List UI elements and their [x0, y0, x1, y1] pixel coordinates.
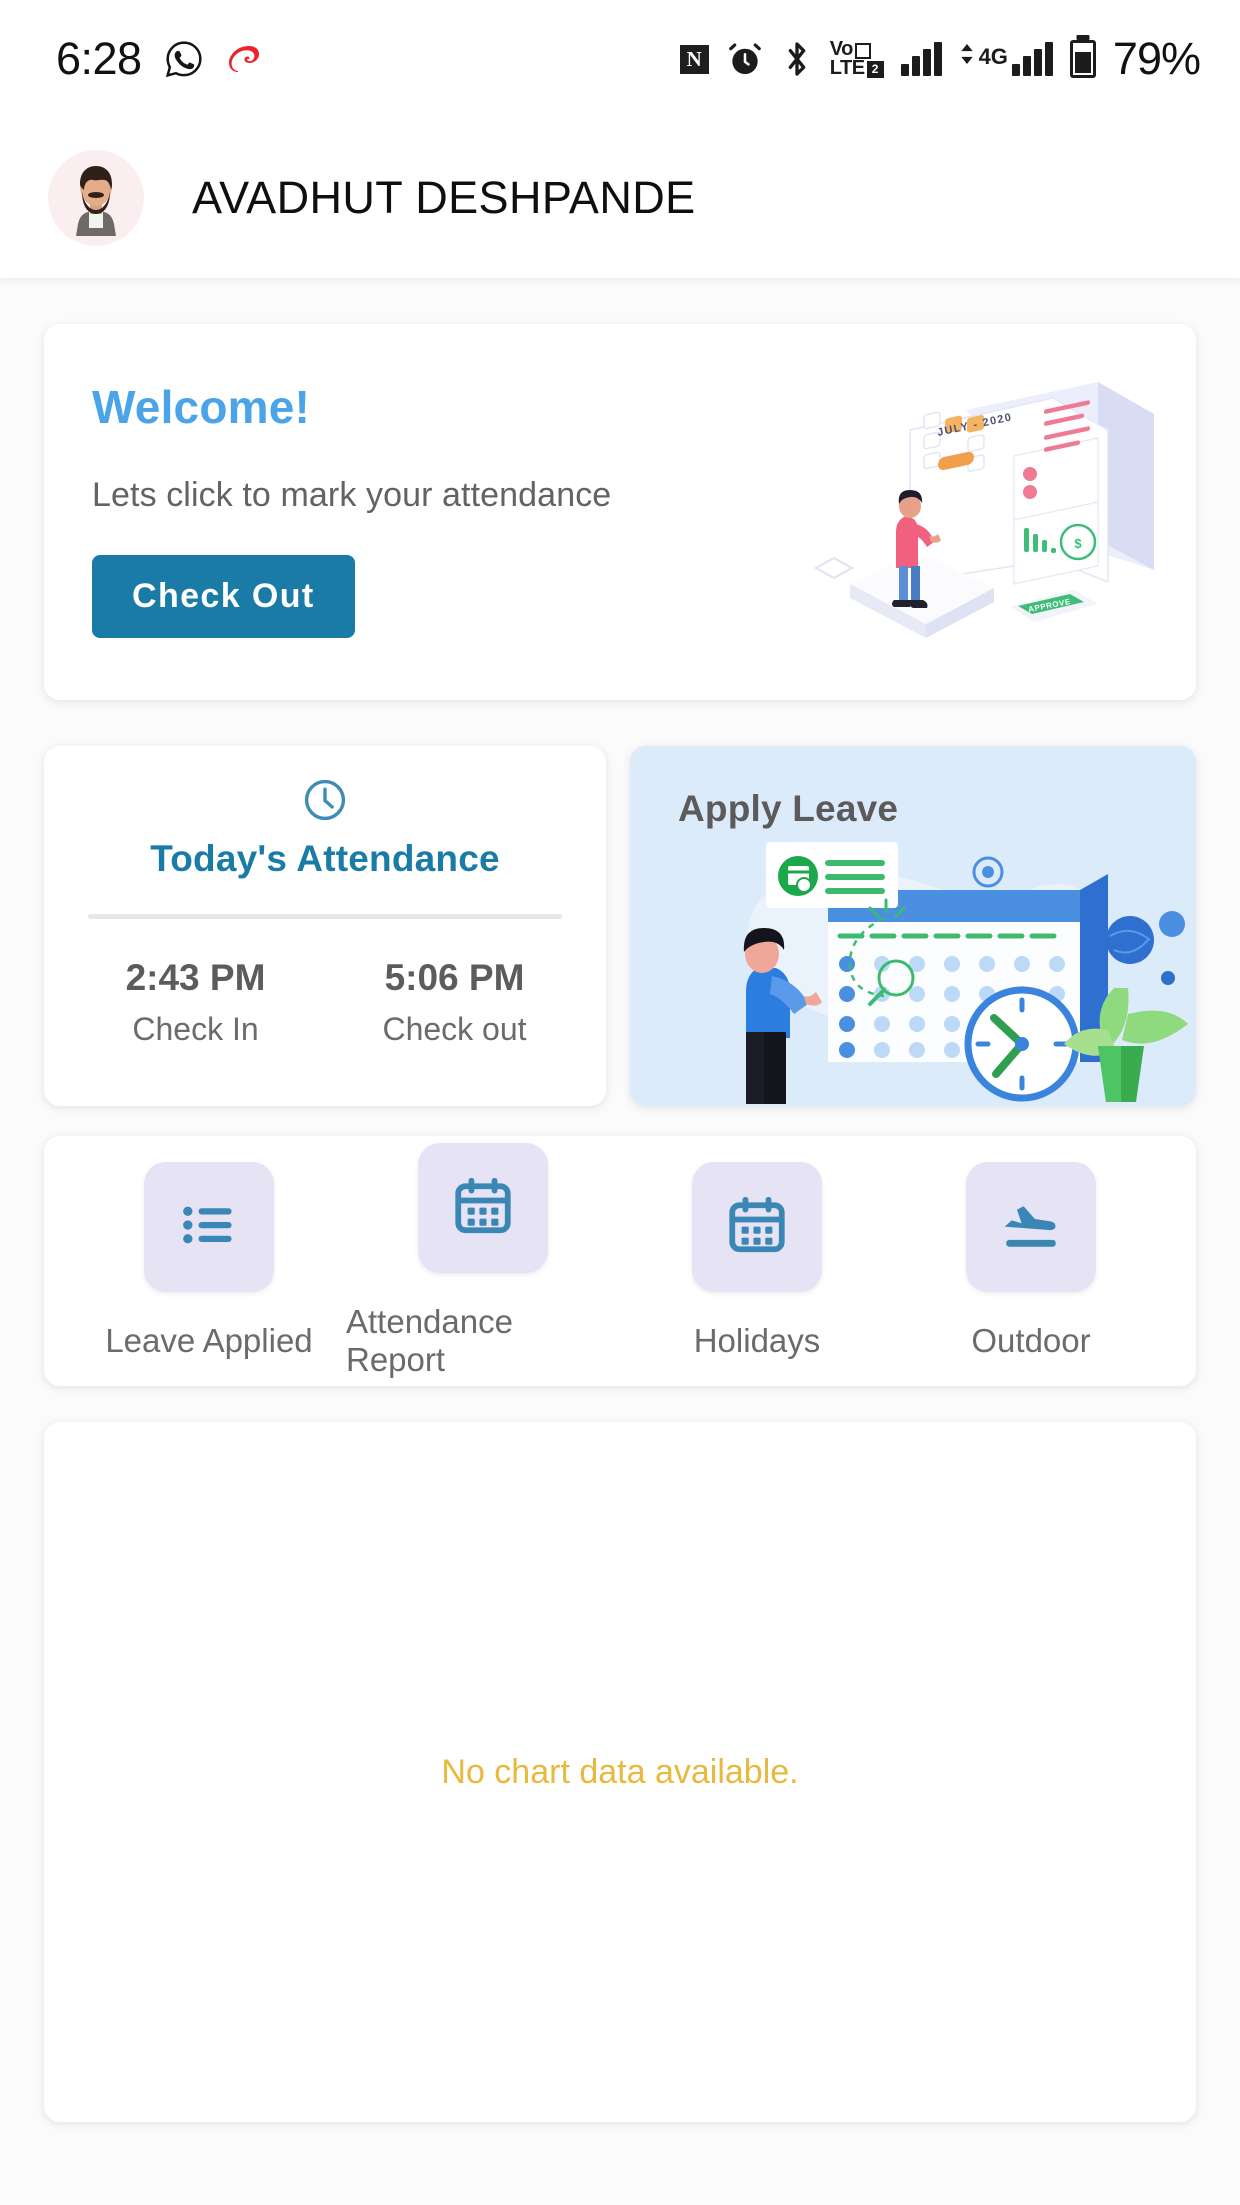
quick-action-attendance-report[interactable]: Attendance Report — [346, 1143, 620, 1379]
status-bar-left: 6:28 — [56, 33, 270, 85]
bluetooth-icon — [781, 39, 813, 79]
chart-card: No chart data available. — [44, 1422, 1196, 2122]
leave-calendar-illustration — [710, 836, 1196, 1106]
welcome-card: Welcome! Lets click to mark your attenda… — [44, 324, 1196, 700]
quick-action-holidays[interactable]: Holidays — [620, 1162, 894, 1360]
check-in-block: 2:43 PM Check In — [88, 957, 347, 1048]
nfc-icon: N — [679, 44, 709, 74]
quick-action-leave-applied[interactable]: Leave Applied — [72, 1162, 346, 1360]
quick-action-label: Leave Applied — [105, 1322, 313, 1359]
apply-leave-title: Apply Leave — [678, 788, 899, 829]
apply-leave-card[interactable]: Apply Leave — [630, 746, 1196, 1106]
quick-action-tile — [966, 1162, 1096, 1292]
check-in-label: Check In — [132, 1011, 259, 1047]
quick-action-label: Holidays — [693, 1322, 821, 1359]
signal-bars-2-icon — [1011, 42, 1053, 76]
signal-bars-icon — [900, 42, 942, 76]
check-in-time: 2:43 PM — [125, 957, 266, 998]
data-network-group: 4G — [959, 42, 1053, 76]
svg-text:$: $ — [1074, 536, 1082, 551]
quick-action-tile — [692, 1162, 822, 1292]
volte-icon: Vo LTE 2 — [829, 39, 884, 79]
middle-row: Today's Attendance 2:43 PM Check In 5:06… — [44, 746, 1196, 1106]
check-out-block: 5:06 PM Check out — [347, 957, 562, 1048]
quick-action-label: Attendance Report — [346, 1303, 513, 1378]
airplane-takeoff-icon — [998, 1192, 1064, 1263]
network-type-label: 4G — [978, 44, 1008, 69]
page-body: Welcome! Lets click to mark your attenda… — [0, 278, 1240, 2122]
status-bar-clock: 6:28 — [56, 33, 142, 84]
avatar[interactable] — [48, 150, 144, 246]
battery-icon — [1069, 40, 1096, 78]
clock-icon — [301, 776, 349, 824]
quick-action-tile — [418, 1143, 548, 1273]
quick-action-label: Outdoor — [971, 1322, 1091, 1359]
battery-percent-label: 79% — [1112, 33, 1201, 84]
calendar-icon — [724, 1192, 790, 1263]
attendance-title: Today's Attendance — [150, 838, 500, 879]
volte-label-bottom: LTE — [829, 57, 865, 79]
quick-action-outdoor[interactable]: Outdoor — [894, 1162, 1168, 1360]
check-out-time: 5:06 PM — [384, 957, 525, 998]
check-out-label: Check out — [382, 1011, 527, 1047]
data-arrows-icon — [959, 44, 975, 64]
attendance-divider — [88, 914, 562, 919]
quick-actions-card: Leave Applied Attendance Report Holidays… — [44, 1136, 1196, 1386]
status-bar: 6:28 N Vo LTE 2 4G 79% — [0, 0, 1240, 118]
page-title: AVADHUT DESHPANDE — [192, 172, 696, 223]
calendar-icon — [450, 1173, 516, 1244]
todays-attendance-card[interactable]: Today's Attendance 2:43 PM Check In 5:06… — [44, 746, 606, 1106]
list-icon — [176, 1192, 242, 1263]
alarm-icon — [726, 40, 764, 78]
airtel-logo-icon — [226, 38, 270, 80]
status-bar-right: N Vo LTE 2 4G 79% — [679, 33, 1201, 85]
whatsapp-icon — [164, 39, 204, 79]
profile-header: AVADHUT DESHPANDE — [0, 118, 1240, 278]
quick-action-tile — [144, 1162, 274, 1292]
check-out-button[interactable]: Check Out — [92, 555, 355, 638]
chart-empty-message: No chart data available. — [441, 1752, 799, 1791]
attendance-dashboard-illustration: JULY - 2020 $ APPROVE — [798, 370, 1178, 660]
volte-sim-number: 2 — [866, 61, 884, 78]
attendance-times: 2:43 PM Check In 5:06 PM Check out — [88, 957, 562, 1048]
